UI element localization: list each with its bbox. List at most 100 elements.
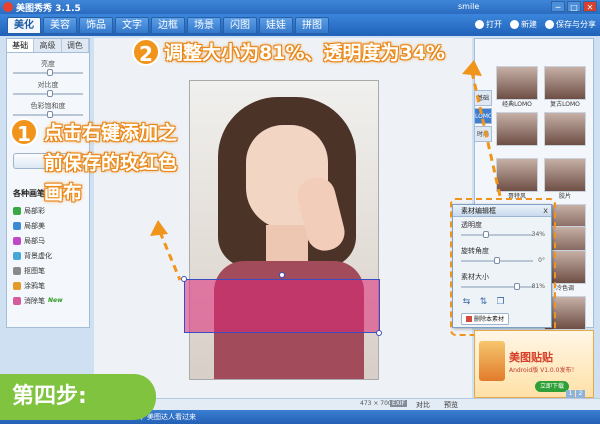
category-lomo[interactable]: LOMO <box>474 108 492 124</box>
brush-item[interactable]: 局部马 <box>13 233 89 248</box>
contrast-slider-row: 对比度 <box>13 80 83 97</box>
brush-label: 涂鸦笔 <box>24 281 45 290</box>
saturation-knob[interactable] <box>47 111 53 118</box>
step-number-2: 2 <box>132 38 160 66</box>
plus-icon <box>510 20 519 29</box>
contrast-slider[interactable] <box>13 90 83 97</box>
category-fashion[interactable]: 时尚 <box>474 126 492 142</box>
brush-icon <box>13 221 21 230</box>
effect-thumbnail[interactable] <box>496 112 538 156</box>
effect-thumbnail[interactable]: 哥特风 <box>496 158 538 202</box>
ad-subtitle: Android版 V1.0.0发布！ <box>509 367 578 374</box>
effect-thumbnail[interactable]: 胶片 <box>544 158 586 202</box>
brush-label: 局部马 <box>24 236 45 245</box>
tab-accessory[interactable]: 饰品 <box>79 17 113 34</box>
blur-icon <box>13 251 21 260</box>
app-logo-icon <box>3 2 13 12</box>
nav-actions: 打开 新建 保存与分享 <box>475 19 596 30</box>
brush-item[interactable]: 背景虚化 <box>13 248 89 263</box>
adjust-subtabs: 基础 高级 调色 <box>7 39 89 53</box>
ad-phone-image <box>479 341 505 381</box>
saturation-slider[interactable] <box>13 111 83 118</box>
tab-text[interactable]: 文字 <box>115 17 149 34</box>
effect-preview-image <box>496 158 538 192</box>
main-nav: 美化 美容 饰品 文字 边框 场景 闪图 娃娃 拼图 打开 新建 保存与分享 <box>0 14 600 36</box>
open-label: 打开 <box>486 20 502 29</box>
annotation-text-1: 点击右键添加之前保存的玫红色画布 <box>44 122 178 204</box>
brush-label: 局部美 <box>24 221 45 230</box>
new-label: 新建 <box>521 20 537 29</box>
effect-thumbnail[interactable]: 经典LOMO <box>496 66 538 110</box>
mosaic-icon <box>13 236 21 245</box>
resize-handle-top-left[interactable] <box>181 276 187 282</box>
brush-label: 消除笔 <box>24 296 45 305</box>
cutout-icon <box>13 266 21 275</box>
effect-label: 经典LOMO <box>502 101 532 108</box>
folder-icon <box>475 20 484 29</box>
save-icon <box>545 20 554 29</box>
tab-face[interactable]: 美容 <box>43 17 77 34</box>
brush-list: 局部彩 局部美 局部马 背景虚化 抠图笔 涂鸦笔 消除笔 New <box>13 203 89 308</box>
step-number-1: 1 <box>10 118 38 146</box>
annotation-text-2: 调整大小为81%、透明度为34% <box>164 42 445 64</box>
saturation-slider-row: 色彩饱和度 <box>13 101 83 118</box>
tab-doll[interactable]: 娃娃 <box>259 17 293 34</box>
subtab-color[interactable]: 调色 <box>61 39 89 52</box>
ad-pager: 1 2 <box>566 390 585 398</box>
contrast-knob[interactable] <box>47 90 53 97</box>
brush-section-title: 各种画笔 <box>13 189 45 198</box>
open-button[interactable]: 打开 <box>475 19 502 30</box>
user-label[interactable]: smile <box>458 2 479 11</box>
effect-preview-image <box>544 158 586 192</box>
highlight-dashed-frame <box>450 198 556 336</box>
brightness-knob[interactable] <box>47 69 53 76</box>
tab-collage[interactable]: 拼图 <box>295 17 329 34</box>
ad-download-button[interactable]: 立即下载 <box>535 381 569 392</box>
ad-banner[interactable]: 美图贴贴 Android版 V1.0.0发布！ 立即下载 <box>474 330 594 398</box>
tab-border[interactable]: 边框 <box>151 17 185 34</box>
brush-item[interactable]: 涂鸦笔 <box>13 278 89 293</box>
save-share-label: 保存与分享 <box>556 20 596 29</box>
subtab-advanced[interactable]: 高级 <box>34 39 62 52</box>
new-badge: New <box>48 297 63 304</box>
nav-tabs: 美化 美容 饰品 文字 边框 场景 闪图 娃娃 拼图 <box>7 17 329 34</box>
brush-item[interactable]: 局部美 <box>13 218 89 233</box>
save-share-button[interactable]: 保存与分享 <box>545 19 596 30</box>
minimize-button[interactable]: ─ <box>551 1 565 12</box>
brush-item[interactable]: 消除笔 New <box>13 293 89 308</box>
step-badge: 第四步: <box>0 374 156 420</box>
brightness-slider[interactable] <box>13 69 83 76</box>
photo[interactable] <box>189 80 379 380</box>
compare-button[interactable]: 对比 <box>416 400 430 410</box>
brush-label: 背景虚化 <box>24 251 52 260</box>
brush-label: 局部彩 <box>24 206 45 215</box>
canvas-area[interactable] <box>94 38 472 398</box>
effect-thumbnail[interactable]: 复古LOMO <box>544 66 586 110</box>
maximize-button[interactable]: □ <box>567 1 581 12</box>
brightness-label: 亮度 <box>41 60 55 68</box>
effect-thumbnail[interactable] <box>544 112 586 156</box>
subtab-basic[interactable]: 基础 <box>7 39 35 52</box>
tab-flash[interactable]: 闪图 <box>223 17 257 34</box>
effect-preview-image <box>544 66 586 100</box>
new-button[interactable]: 新建 <box>510 19 537 30</box>
preview-button[interactable]: 预览 <box>444 400 458 410</box>
effect-preview-image <box>544 112 586 146</box>
tab-beautify[interactable]: 美化 <box>7 17 41 34</box>
tab-scene[interactable]: 场景 <box>187 17 221 34</box>
exif-button[interactable]: EXIF <box>390 400 408 407</box>
ad-title: 美图贴贴 <box>509 351 553 364</box>
ad-page-2[interactable]: 2 <box>576 390 585 398</box>
brush-item[interactable]: 抠图笔 <box>13 263 89 278</box>
rose-canvas-material[interactable] <box>184 279 380 333</box>
rotate-handle[interactable] <box>279 272 285 278</box>
category-basic[interactable]: 基础 <box>474 90 492 106</box>
window-controls: ─ □ ✕ <box>551 1 597 12</box>
ad-page-1[interactable]: 1 <box>566 390 575 398</box>
effect-label: 复古LOMO <box>550 101 580 108</box>
resize-handle-bottom-right[interactable] <box>376 330 382 336</box>
effect-category-tabs: 基础 LOMO 时尚 <box>474 90 492 144</box>
brush-label: 抠图笔 <box>24 266 45 275</box>
effect-preview-image <box>496 66 538 100</box>
close-button[interactable]: ✕ <box>583 1 597 12</box>
